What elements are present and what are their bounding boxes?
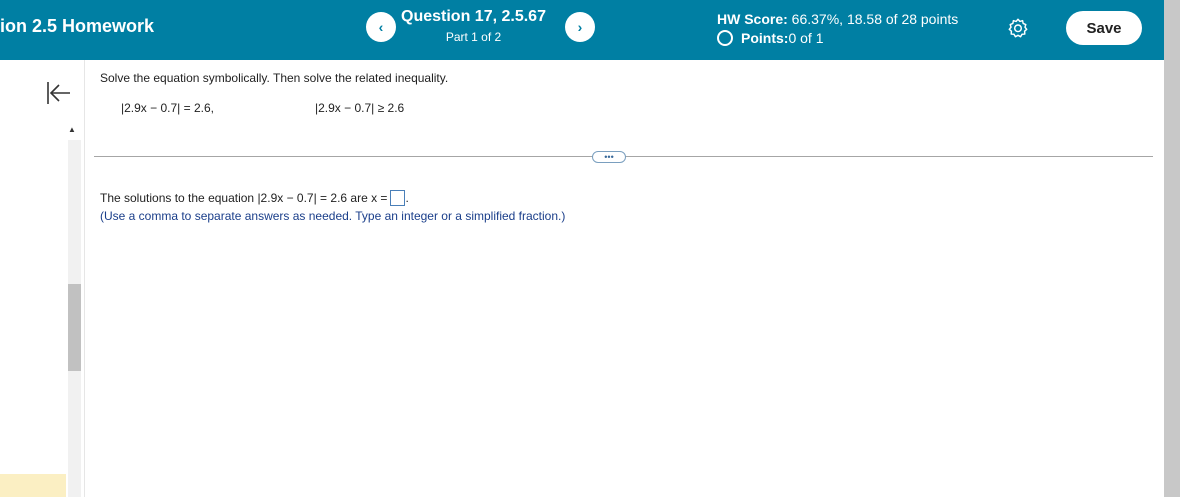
- points-label: Points:: [741, 30, 789, 46]
- homework-title: tion 2.5 Homework: [0, 16, 155, 36]
- answer-suffix: .: [405, 191, 409, 205]
- save-button[interactable]: Save: [1066, 11, 1142, 45]
- chevron-right-icon: ›: [577, 19, 583, 35]
- points-status-icon: [717, 30, 733, 46]
- question-list-highlight: [0, 474, 66, 497]
- hw-score: HW Score: 66.37%, 18.58 of 28 points: [717, 11, 958, 27]
- page-scrollbar[interactable]: [1164, 0, 1180, 497]
- points: Points: 0 of 1: [717, 30, 823, 46]
- question-scroll-thumb[interactable]: [68, 284, 81, 371]
- equation-text: |2.9x − 0.7| = 2.6,: [121, 101, 214, 115]
- question-part: Part 1 of 2: [445, 30, 502, 44]
- expand-more-button[interactable]: •••: [592, 151, 626, 163]
- hw-score-label: HW Score:: [717, 11, 788, 27]
- question-prompt: Solve the equation symbolically. Then so…: [100, 71, 449, 85]
- gear-icon[interactable]: [1007, 17, 1029, 39]
- answer-row: The solutions to the equation |2.9x − 0.…: [100, 190, 409, 206]
- inequality-text: |2.9x − 0.7| ≥ 2.6: [315, 101, 405, 115]
- answer-input[interactable]: [390, 190, 406, 206]
- question-title: Question 17, 2.5.67: [401, 8, 546, 25]
- points-value: 0 of 1: [788, 30, 824, 46]
- collapse-left-icon[interactable]: [46, 80, 72, 106]
- scroll-up-arrow-icon[interactable]: ▲: [68, 125, 76, 134]
- next-question-button[interactable]: ›: [565, 12, 595, 42]
- top-bar: tion 2.5 Homework ‹ Question 17, 2.5.67 …: [0, 0, 1164, 60]
- hw-score-value: 66.37%, 18.58 of 28 points: [787, 11, 959, 27]
- answer-hint: (Use a comma to separate answers as need…: [100, 209, 566, 223]
- answer-prompt: The solutions to the equation |2.9x − 0.…: [100, 191, 388, 205]
